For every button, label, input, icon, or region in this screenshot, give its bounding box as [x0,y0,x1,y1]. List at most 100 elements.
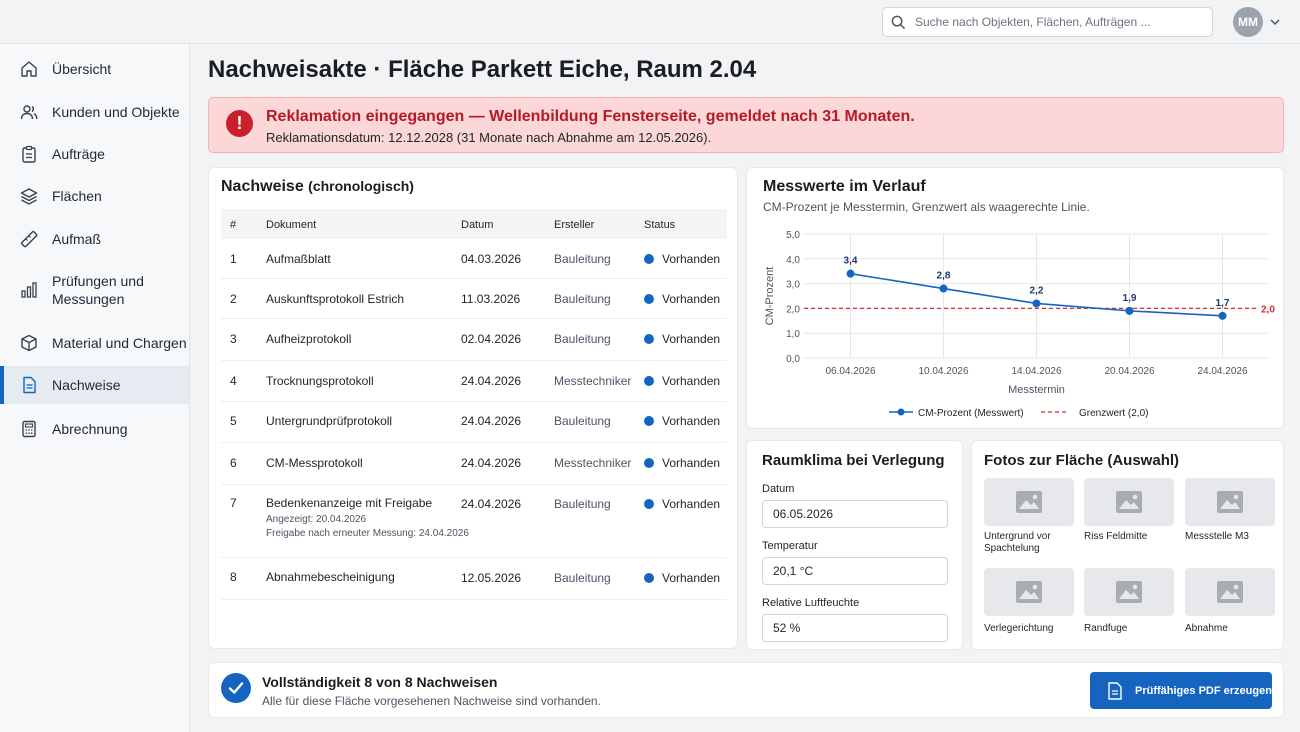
completeness-title: Vollständigkeit 8 von 8 Nachweisen [262,674,498,690]
photo-thumbnail[interactable] [984,568,1074,616]
sidebar-item-auftraege[interactable]: Aufträge [0,135,189,173]
sidebar-item-label: Übersicht [52,61,112,77]
header-num: # [230,219,237,231]
date-label: Datum [762,483,795,495]
table-row[interactable]: 6 CM-Messprotokoll 24.04.2026 Messtechni… [221,443,727,485]
cell-note-announced: Angezeigt: 20.04.2026 [266,514,367,525]
legend-series-marker [897,408,905,416]
cell-status: Vorhanden [644,497,720,511]
table-row[interactable]: 1 Aufmaßblatt 04.03.2026 Bauleitung Vorh… [221,239,727,279]
cell-doc[interactable]: CM-Messprotokoll [266,456,363,470]
sidebar-item-pruefungen[interactable]: Prüfungen und Messungen [0,268,189,312]
x-axis-label: Messtermin [1008,384,1065,396]
image-icon [1217,491,1243,513]
sidebar-item-label: Flächen [52,188,102,204]
cell-status: Vorhanden [644,414,720,428]
check-icon [221,673,251,703]
date-field[interactable] [762,500,948,528]
sidebar-item-uebersicht[interactable]: Übersicht [0,50,189,88]
header-status: Status [644,219,676,231]
status-dot [644,573,654,583]
y-tick-label: 4,0 [786,255,800,266]
sidebar-item-kunden[interactable]: Kunden und Objekte [0,93,189,131]
image-icon [1116,491,1142,513]
sidebar-item-label: Kunden und Objekte [52,104,180,120]
cell-doc[interactable]: Bedenkenanzeige mit Freigabe [266,496,432,510]
status-dot [644,376,654,386]
status-dot [644,294,654,304]
search-input[interactable] [915,15,1205,29]
status-dot [644,416,654,426]
cell-date: 24.04.2026 [461,414,522,428]
cell-date: 11.03.2026 [461,292,521,306]
cell-doc[interactable]: Untergrundprüfprotokoll [266,414,392,428]
status-dot [644,458,654,468]
header-doc: Dokument [266,219,317,231]
cell-author: Bauleitung [554,497,611,511]
sidebar-item-label: Aufmaß [52,231,102,247]
status-text: Vorhanden [662,456,721,470]
status-dot [644,334,654,344]
table-row[interactable]: 8 Abnahmebescheinigung 12.05.2026 Baulei… [221,558,727,600]
data-label: 3,4 [844,256,858,267]
table-row[interactable]: 2 Auskunftsprotokoll Estrich 11.03.2026 … [221,279,727,319]
cell-date: 12.05.2026 [461,571,522,585]
sidebar-item-label: Prüfungen und Messungen [52,273,144,307]
search-box[interactable] [882,7,1213,37]
pdf-document-icon [1108,681,1122,700]
cell-doc[interactable]: Aufheizprotokoll [266,332,351,346]
status-text: Vorhanden [662,332,721,346]
generate-pdf-button[interactable]: Prüffähiges PDF erzeugen [1090,672,1272,709]
layers-icon [20,187,38,205]
photo-thumbnail[interactable] [1084,568,1174,616]
avatar[interactable]: MM [1233,7,1263,37]
cell-num: 8 [230,570,237,584]
legend-series-label: CM-Prozent (Messwert) [918,408,1024,419]
cell-author: Messtechniker [554,374,632,388]
chevron-down-icon[interactable] [1269,16,1281,28]
temperature-field[interactable] [762,557,948,585]
photo-caption: Abnahme [1185,623,1228,634]
sidebar-item-aufmass[interactable]: Aufmaß [0,220,189,258]
table-row[interactable]: 7 Bedenkenanzeige mit Freigabe Angezeigt… [221,485,727,558]
cell-doc[interactable]: Abnahmebescheinigung [266,570,395,584]
status-text: Vorhanden [662,571,721,585]
cell-doc[interactable]: Trocknungsprotokoll [266,374,374,388]
photo-thumbnail[interactable] [984,478,1074,526]
sidebar-item-material[interactable]: Material und Chargen [0,324,189,362]
sidebar-item-flaechen[interactable]: Flächen [0,177,189,215]
table-row[interactable]: 3 Aufheizprotokoll 02.04.2026 Bauleitung… [221,319,727,361]
home-icon [20,60,38,78]
status-text: Vorhanden [662,414,721,428]
alert-subtitle: Reklamationsdatum: 12.12.2028 (31 Monate… [266,130,712,145]
cell-date: 24.04.2026 [461,374,522,388]
data-point [1125,306,1134,315]
data-label: 2,8 [937,271,951,282]
proofs-title-text: Nachweise [221,178,304,195]
table-row[interactable]: 4 Trocknungsprotokoll 24.04.2026 Messtec… [221,361,727,402]
humidity-field[interactable] [762,614,948,642]
legend-threshold-label: Grenzwert (2,0) [1079,408,1148,419]
data-point [846,269,855,278]
status-text: Vorhanden [662,292,721,306]
y-tick-label: 3,0 [786,280,800,291]
sidebar-item-abrechnung[interactable]: Abrechnung [0,410,189,448]
photos-card: Fotos zur Fläche (Auswahl) Untergrund vo… [971,440,1284,650]
cell-doc[interactable]: Aufmaßblatt [266,252,331,266]
table-row[interactable]: 5 Untergrundprüfprotokoll 24.04.2026 Bau… [221,402,727,443]
x-tick-label: 14.04.2026 [1011,366,1061,377]
data-point [1032,299,1041,308]
cell-doc[interactable]: Auskunftsprotokoll Estrich [266,292,404,306]
data-label: 1,9 [1123,293,1137,304]
status-dot [644,254,654,264]
box-icon [20,334,38,352]
header-author: Ersteller [554,219,595,231]
photo-thumbnail[interactable] [1084,478,1174,526]
cell-author: Bauleitung [554,571,611,585]
photo-thumbnail[interactable] [1185,478,1275,526]
photo-thumbnail[interactable] [1185,568,1275,616]
cell-author: Bauleitung [554,252,611,266]
alert-title: Reklamation eingegangen — Wellenbildung … [266,108,915,125]
sidebar-item-nachweise[interactable]: Nachweise [0,366,189,404]
cell-note-release: Freigabe nach erneuter Messung: 24.04.20… [266,528,469,539]
